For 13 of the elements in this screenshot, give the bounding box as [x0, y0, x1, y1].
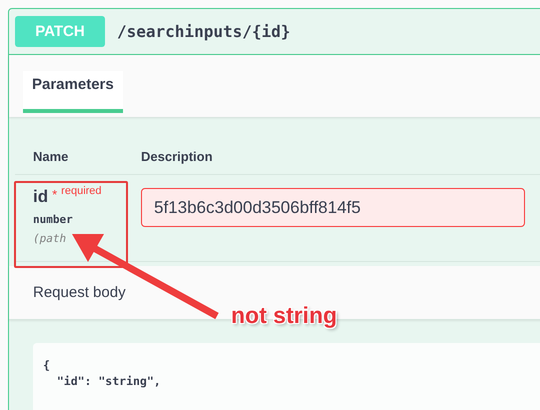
- parameter-location: (path: [33, 232, 68, 245]
- annotation-text: not string: [231, 302, 338, 329]
- parameter-type: number: [33, 213, 74, 226]
- method-badge: PATCH: [15, 16, 105, 47]
- required-asterisk: *: [52, 187, 58, 202]
- parameters-tab[interactable]: Parameters: [23, 71, 123, 113]
- column-header: Description: [141, 149, 213, 164]
- endpoint-path: /searchinputs/{id}: [117, 22, 290, 41]
- column-header: Name: [33, 149, 70, 164]
- parameter-name: id: [33, 187, 48, 207]
- parameter-value-field[interactable]: 5f13b6c3d00d3506bff814f5: [141, 188, 525, 227]
- required-label: required: [61, 185, 102, 197]
- example-code-block: { "id": "string",: [33, 343, 540, 410]
